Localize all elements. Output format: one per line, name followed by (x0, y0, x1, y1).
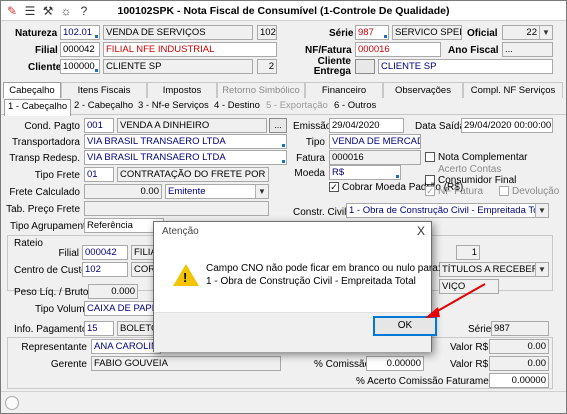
annotation-arrow (425, 283, 486, 318)
main-window: ✎ ☰ ⚒ ☼ ? 100102SPK - Nota Fiscal de Con… (0, 0, 567, 414)
